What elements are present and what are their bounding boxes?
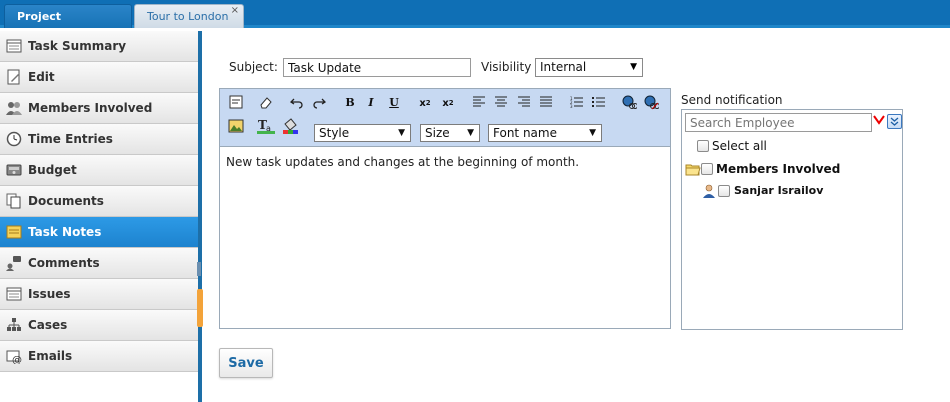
sidebar-item-members-involved[interactable]: Members Involved [0, 93, 198, 124]
bold-button[interactable]: B [341, 93, 359, 111]
editor-content[interactable]: New task updates and changes at the begi… [226, 155, 579, 169]
documents-icon [6, 193, 22, 209]
sidebar-item-label: Time Entries [28, 132, 113, 146]
tab-tour-to-london[interactable]: Tour to London × [134, 4, 244, 28]
members-icon [6, 100, 22, 116]
splitter-grip[interactable] [197, 262, 201, 276]
visibility-select[interactable]: Internal ▼ [535, 58, 643, 77]
subject-label: Subject: [229, 60, 278, 74]
unlink-icon[interactable] [642, 93, 660, 111]
expand-all-icon[interactable] [887, 114, 902, 129]
undo-icon[interactable] [288, 93, 306, 111]
sidebar-item-label: Members Involved [28, 101, 153, 115]
sidebar: Task Summary Edit Members Involved Time … [0, 31, 198, 372]
sidebar-item-label: Documents [28, 194, 104, 208]
subscript-button[interactable]: x2 [416, 94, 434, 112]
top-tab-bar: Project Management Tour to London × [0, 0, 950, 47]
image-icon[interactable] [227, 117, 245, 135]
superscript-button[interactable]: x2 [439, 94, 457, 112]
align-center-icon[interactable] [492, 93, 510, 111]
svg-text:3: 3 [570, 104, 573, 108]
task-summary-icon [6, 38, 22, 54]
subject-input[interactable] [283, 58, 471, 77]
sidebar-item-label: Task Summary [28, 39, 127, 53]
chevron-down-icon: ▼ [467, 128, 474, 138]
splitter[interactable] [198, 31, 202, 402]
edit-icon [6, 69, 22, 85]
comments-icon [6, 255, 22, 271]
sidebar-item-emails[interactable]: @ Emails [0, 341, 198, 372]
chevron-down-icon: ▼ [630, 62, 637, 72]
employee-search-input[interactable] [685, 113, 872, 132]
member-checkbox[interactable] [718, 185, 730, 197]
sidebar-item-comments[interactable]: Comments [0, 248, 198, 279]
align-right-icon[interactable] [515, 93, 533, 111]
sidebar-item-label: Task Notes [28, 225, 102, 239]
font-name-select[interactable]: Font name ▼ [488, 124, 602, 142]
close-icon[interactable]: × [231, 0, 239, 23]
sidebar-item-cases[interactable]: Cases [0, 310, 198, 341]
size-select-label: Size [425, 126, 450, 140]
italic-button[interactable]: I [362, 93, 380, 111]
sidebar-item-label: Cases [28, 318, 68, 332]
link-icon[interactable] [620, 93, 638, 111]
sidebar-item-task-summary[interactable]: Task Summary [0, 31, 198, 62]
visibility-value: Internal [540, 60, 587, 74]
font-name-select-label: Font name [493, 126, 557, 140]
sidebar-spacer [0, 372, 198, 402]
style-select-label: Style [319, 126, 350, 140]
source-icon[interactable] [227, 93, 245, 111]
notification-panel: Select all Members Involved Sanjar Israi… [681, 109, 903, 330]
chevron-down-icon: ▼ [398, 128, 405, 138]
underline-button[interactable]: U [385, 93, 403, 111]
sidebar-item-issues[interactable]: Issues [0, 279, 198, 310]
style-select[interactable]: Style ▼ [314, 124, 411, 142]
tab-label: Tour to London [147, 10, 229, 23]
select-all-checkbox[interactable] [697, 140, 709, 152]
sidebar-item-label: Issues [28, 287, 71, 301]
members-involved-checkbox[interactable] [701, 163, 713, 175]
eraser-icon[interactable] [257, 93, 275, 111]
background-color-icon[interactable] [281, 117, 299, 135]
sidebar-item-edit[interactable]: Edit [0, 62, 198, 93]
visibility-label: Visibility [481, 60, 532, 74]
chevron-down-icon: ▼ [589, 128, 596, 138]
svg-text:@: @ [12, 355, 22, 364]
budget-icon [6, 162, 22, 178]
email-icon: @ [6, 348, 22, 364]
sidebar-item-documents[interactable]: Documents [0, 186, 198, 217]
sidebar-item-label: Budget [28, 163, 77, 177]
folder-icon [685, 162, 701, 176]
notes-icon [6, 224, 22, 240]
sidebar-item-label: Edit [28, 70, 55, 84]
send-notification-label: Send notification [681, 93, 783, 107]
sidebar-item-label: Comments [28, 256, 100, 270]
redo-icon[interactable] [310, 93, 328, 111]
text-color-icon[interactable]: Ta [257, 117, 275, 135]
cases-icon [6, 317, 22, 333]
clear-search-icon[interactable] [873, 114, 885, 128]
issues-icon [6, 286, 22, 302]
justify-icon[interactable] [537, 93, 555, 111]
editor-toolbar: B I U x2 x2 123 T a Style ▼ Size ▼ Font … [220, 89, 670, 147]
select-all-label: Select all [712, 139, 767, 153]
sidebar-item-label: Emails [28, 349, 73, 363]
bullet-list-icon[interactable] [590, 93, 608, 111]
sidebar-item-budget[interactable]: Budget [0, 155, 198, 186]
user-avatar-icon [702, 184, 716, 198]
tab-project-management[interactable]: Project Management [4, 4, 132, 47]
members-involved-group-label: Members Involved [716, 162, 841, 176]
rich-text-editor: B I U x2 x2 123 T a Style ▼ Size ▼ Font … [219, 88, 671, 329]
save-button[interactable]: Save [219, 348, 273, 378]
member-name: Sanjar Israilov [734, 184, 824, 197]
align-left-icon[interactable] [470, 93, 488, 111]
sidebar-item-time-entries[interactable]: Time Entries [0, 124, 198, 155]
numbered-list-icon[interactable]: 123 [568, 93, 586, 111]
splitter-collapse-handle[interactable] [197, 289, 203, 327]
size-select[interactable]: Size ▼ [420, 124, 480, 142]
sidebar-item-task-notes[interactable]: Task Notes [0, 217, 198, 248]
clock-icon [6, 131, 22, 147]
